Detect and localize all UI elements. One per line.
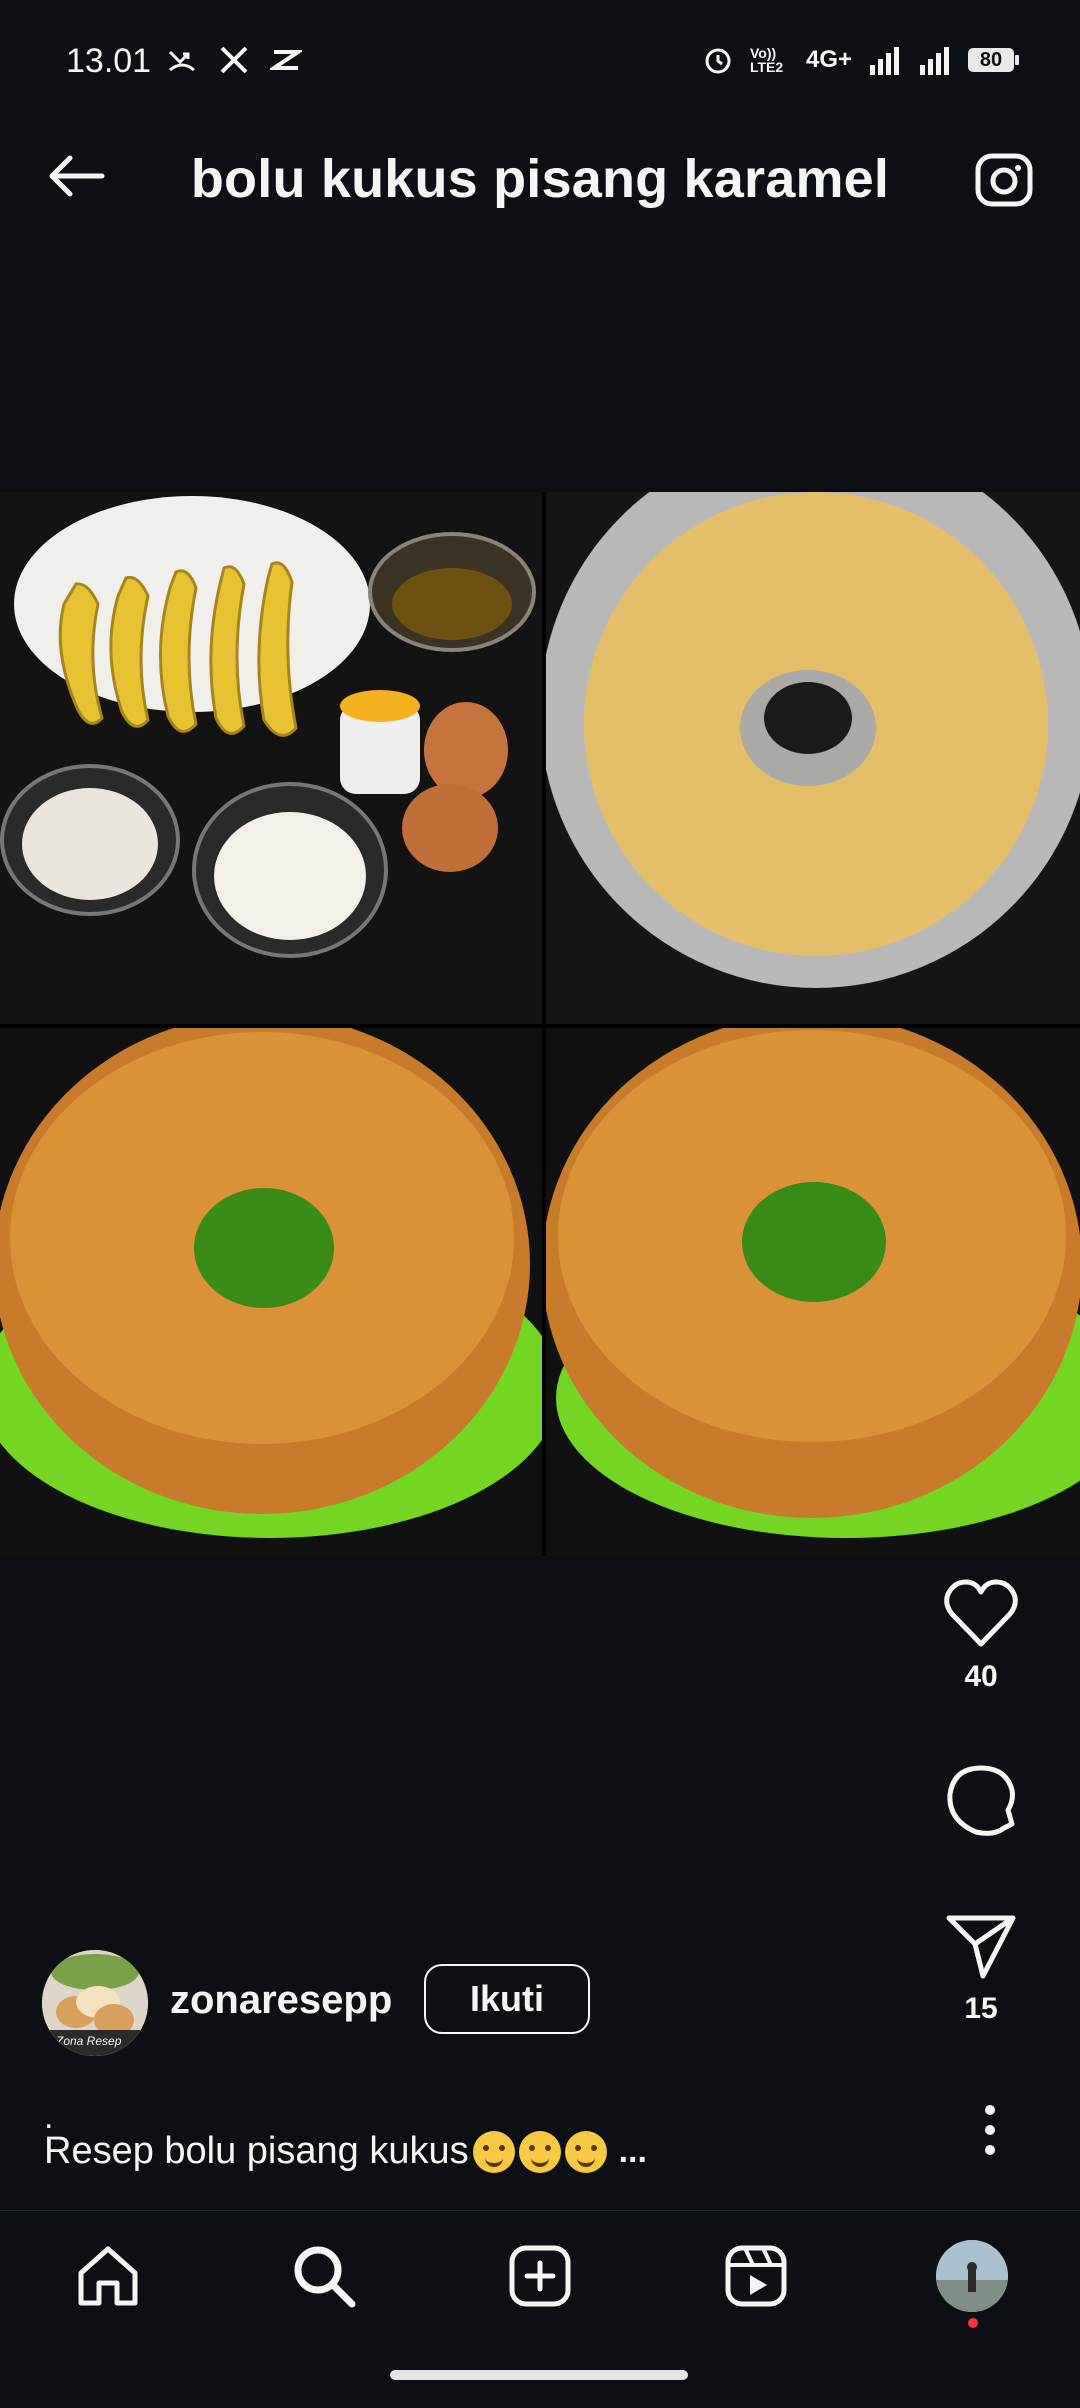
nav-home[interactable] — [68, 2236, 148, 2316]
capcut-icon — [270, 50, 302, 70]
camera-icon — [975, 153, 1033, 207]
nav-create[interactable] — [500, 2236, 580, 2316]
send-icon[interactable] — [943, 1910, 1019, 1982]
x-app-icon — [220, 46, 248, 74]
volte-indicator: Vo)) LTE2 — [749, 45, 784, 75]
camera-button[interactable] — [968, 144, 1040, 216]
caption-text: Resep bolu pisang kukus — [44, 2130, 469, 2172]
home-icon — [78, 2246, 138, 2306]
cake-photo-2 — [546, 1028, 1080, 1556]
nav-profile[interactable] — [932, 2236, 1012, 2316]
battery-indicator: 80 — [968, 48, 1019, 72]
network-type: 4G+ — [805, 46, 852, 73]
caption[interactable]: Resep bolu pisang kukus ... — [44, 2130, 647, 2173]
like-count: 40 — [964, 1660, 998, 1693]
heart-icon[interactable] — [942, 1578, 1020, 1650]
signal-icon — [870, 47, 899, 75]
share-count: 15 — [964, 1992, 998, 2025]
status-right-icons: Vo)) LTE2 4G+ 80 — [702, 44, 1019, 76]
batter-pan-photo — [546, 492, 1080, 1024]
nav-search[interactable] — [284, 2236, 364, 2316]
status-time: 13.01 — [66, 42, 152, 80]
avatar-logo-text: Zona Resep — [56, 2034, 122, 2048]
page-title: bolu kukus pisang karamel — [190, 149, 890, 209]
author-username[interactable]: zonaresepp — [170, 1978, 392, 2023]
notification-dot — [968, 2318, 978, 2328]
more-options-button[interactable] — [960, 2100, 1020, 2160]
share-action[interactable]: 15 — [926, 1910, 1036, 2026]
post-image-grid[interactable] — [0, 492, 1080, 1556]
like-action[interactable]: 40 — [926, 1578, 1036, 1694]
smiling-hearts-emoji-icon — [564, 2130, 607, 2173]
comment-action[interactable] — [926, 1762, 1036, 1840]
yum-emoji-icon — [518, 2130, 561, 2173]
ingredients-photo — [0, 492, 542, 1024]
yum-emoji-icon — [472, 2130, 515, 2173]
signal-icon-2 — [920, 47, 949, 75]
alarm-icon — [705, 48, 731, 74]
author-avatar[interactable]: Zona Resep — [42, 1950, 148, 2056]
home-indicator[interactable] — [390, 2370, 688, 2380]
follow-button[interactable]: Ikuti — [424, 1964, 590, 2034]
cake-photo-1 — [0, 1028, 542, 1556]
search-icon — [294, 2246, 356, 2308]
missed-call-icon — [168, 50, 195, 72]
comment-icon[interactable] — [942, 1762, 1020, 1840]
caption-more[interactable]: ... — [619, 2132, 647, 2171]
status-left-icons — [166, 44, 302, 76]
reels-icon — [725, 2245, 787, 2307]
nav-reels[interactable] — [716, 2236, 796, 2316]
profile-avatar — [936, 2240, 1008, 2312]
more-vertical-icon — [985, 2105, 995, 2155]
add-post-icon — [509, 2245, 571, 2307]
